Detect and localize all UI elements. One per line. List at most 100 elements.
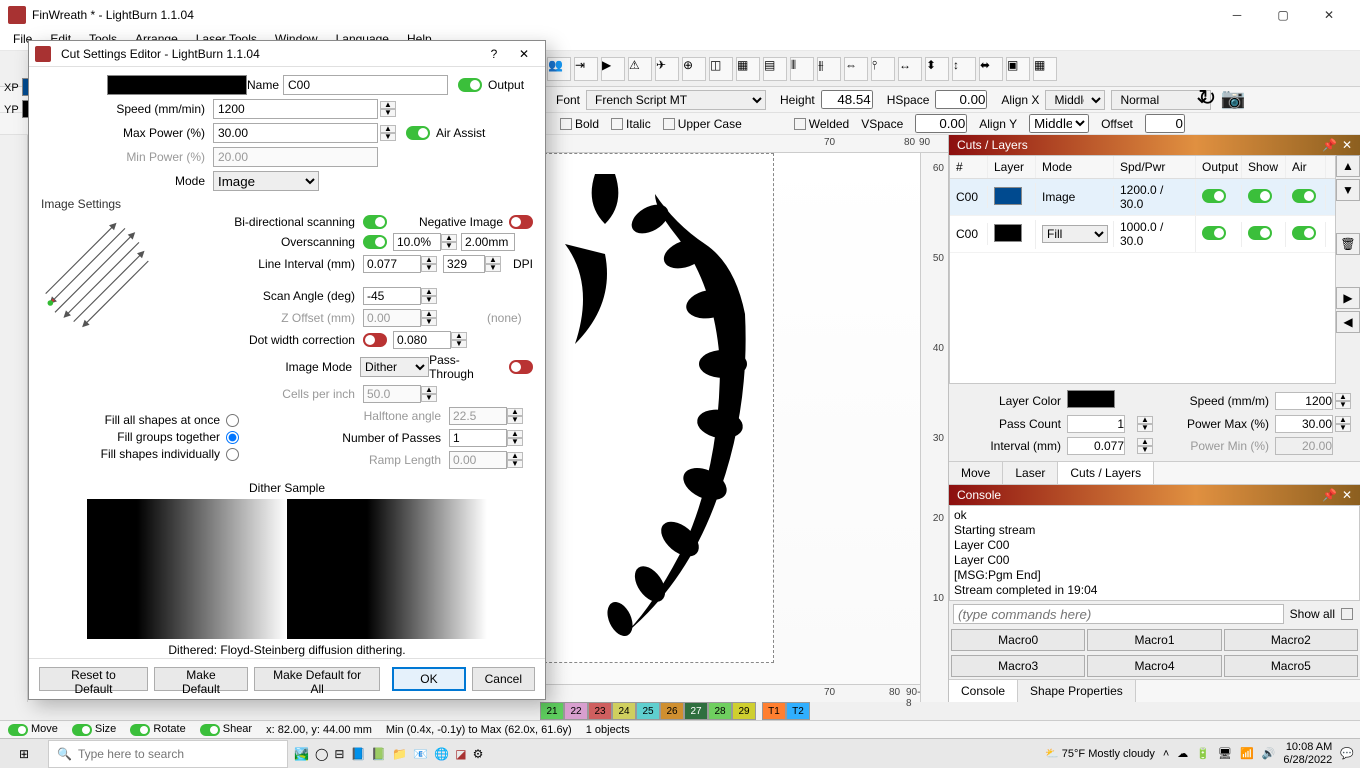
ok-button[interactable]: OK bbox=[392, 667, 465, 691]
macro-button[interactable]: Macro2 bbox=[1224, 629, 1358, 651]
tray-chevron-icon[interactable]: ˄ bbox=[1163, 748, 1169, 760]
close-panel-icon[interactable]: ✕ bbox=[1342, 488, 1352, 502]
italic-checkbox[interactable] bbox=[611, 118, 623, 130]
palette-swatch[interactable]: 28 bbox=[708, 702, 732, 720]
macro-button[interactable]: Macro4 bbox=[1087, 655, 1221, 677]
taskbar-search[interactable]: 🔍 Type here to search bbox=[48, 740, 288, 768]
tab-move[interactable]: Move bbox=[949, 462, 1003, 484]
palette-swatch[interactable]: 23 bbox=[588, 702, 612, 720]
toolbar-icon[interactable]: ⫴ bbox=[790, 57, 814, 81]
taskbar-icon[interactable]: 📘 bbox=[350, 747, 365, 761]
palette-swatch[interactable]: 22 bbox=[564, 702, 588, 720]
output-toggle[interactable] bbox=[458, 78, 482, 92]
taskbar-icon[interactable]: ◪ bbox=[455, 747, 466, 761]
mode-select[interactable]: Image bbox=[213, 171, 319, 191]
dpi-input[interactable] bbox=[443, 255, 485, 273]
toolbar-icon[interactable]: ⇔ bbox=[844, 57, 868, 81]
toolbar-icon[interactable]: ▶ bbox=[601, 57, 625, 81]
bold-checkbox[interactable] bbox=[560, 118, 572, 130]
notifications-icon[interactable]: 💬 bbox=[1340, 747, 1354, 760]
toolbar-icon[interactable]: ✈ bbox=[655, 57, 679, 81]
layer-row[interactable]: C00 Fill 1000.0 / 30.0 bbox=[950, 216, 1335, 253]
toolbar-icon[interactable]: ▤ bbox=[763, 57, 787, 81]
layer-color-preview[interactable] bbox=[107, 75, 247, 95]
show-toggle[interactable] bbox=[1248, 189, 1272, 203]
palette-swatch[interactable]: T2 bbox=[786, 702, 810, 720]
taskbar-icon[interactable]: 📧 bbox=[413, 747, 428, 761]
tray-icon[interactable]: 🔋 bbox=[1196, 747, 1210, 760]
maximize-button[interactable]: ▢ bbox=[1260, 0, 1306, 30]
macro-button[interactable]: Macro0 bbox=[951, 629, 1085, 651]
toolbar-icon[interactable]: ⫵ bbox=[817, 57, 841, 81]
image-mode-select[interactable]: Dither bbox=[360, 357, 429, 377]
toolbar-icon[interactable]: ▦ bbox=[736, 57, 760, 81]
move-layer-up-button[interactable]: ▲ bbox=[1336, 155, 1360, 177]
fill-all-radio[interactable] bbox=[226, 414, 239, 427]
tab-cuts-layers[interactable]: Cuts / Layers bbox=[1058, 462, 1154, 484]
tray-icon[interactable]: 🖥 bbox=[1218, 747, 1232, 760]
vspace-input[interactable] bbox=[915, 114, 967, 133]
console-input[interactable] bbox=[953, 604, 1284, 624]
overscan-mm-input[interactable] bbox=[461, 233, 515, 251]
dot-width-toggle[interactable] bbox=[363, 333, 387, 347]
tab-shape-properties[interactable]: Shape Properties bbox=[1018, 680, 1136, 702]
tray-icon[interactable]: ☁ bbox=[1177, 747, 1188, 760]
layer-name-input[interactable] bbox=[283, 75, 448, 95]
aligny-select[interactable]: Middle bbox=[1029, 114, 1089, 133]
num-passes-input[interactable] bbox=[449, 429, 507, 447]
dialog-titlebar[interactable]: Cut Settings Editor - LightBurn 1.1.04 ?… bbox=[29, 41, 545, 67]
tab-laser[interactable]: Laser bbox=[1003, 462, 1058, 484]
palette-swatch[interactable]: T1 bbox=[762, 702, 786, 720]
taskbar-icon[interactable]: 📗 bbox=[371, 747, 386, 761]
fill-individual-radio[interactable] bbox=[226, 448, 239, 461]
macro-button[interactable]: Macro5 bbox=[1224, 655, 1358, 677]
output-toggle[interactable] bbox=[1202, 189, 1226, 203]
overscan-toggle[interactable] bbox=[363, 235, 387, 249]
bidirectional-toggle[interactable] bbox=[363, 215, 387, 229]
toolbar-icon[interactable]: ▦ bbox=[1033, 57, 1057, 81]
toolbar-icon[interactable]: ↔ bbox=[898, 57, 922, 81]
collapse-left-button[interactable]: ◀ bbox=[1336, 311, 1360, 333]
offset-input[interactable] bbox=[1145, 114, 1185, 133]
layer-color-swatch[interactable] bbox=[1067, 390, 1115, 408]
dot-width-input[interactable] bbox=[393, 331, 451, 349]
cancel-button[interactable]: Cancel bbox=[472, 667, 535, 691]
selection-bounds[interactable] bbox=[544, 153, 774, 663]
console-output[interactable]: ok Starting stream Layer C00 Layer C00 [… bbox=[949, 505, 1360, 601]
toolbar-icon[interactable]: ◫ bbox=[709, 57, 733, 81]
close-button[interactable]: ✕ bbox=[1306, 0, 1352, 30]
scan-angle-input[interactable] bbox=[363, 287, 421, 305]
pass-through-toggle[interactable] bbox=[509, 360, 533, 374]
maxpower-input[interactable] bbox=[213, 123, 378, 143]
uppercase-checkbox[interactable] bbox=[663, 118, 675, 130]
mode-select[interactable]: Fill bbox=[1042, 225, 1108, 243]
toolbar-icon[interactable]: ⬍ bbox=[925, 57, 949, 81]
style-select[interactable]: Normal bbox=[1111, 90, 1211, 110]
alignx-select[interactable]: Middle bbox=[1045, 90, 1105, 110]
palette-swatch[interactable]: 26 bbox=[660, 702, 684, 720]
macro-button[interactable]: Macro3 bbox=[951, 655, 1085, 677]
overscan-pct-input[interactable] bbox=[393, 233, 441, 251]
taskbar-icon[interactable]: 📁 bbox=[392, 747, 407, 761]
weather-widget[interactable]: ⛅ 75°F Mostly cloudy bbox=[1045, 747, 1155, 760]
minimize-button[interactable]: ─ bbox=[1214, 0, 1260, 30]
toolbar-icon[interactable]: ↕ bbox=[952, 57, 976, 81]
macro-button[interactable]: Macro1 bbox=[1087, 629, 1221, 651]
delete-layer-button[interactable]: 🗑 bbox=[1336, 233, 1360, 255]
font-select[interactable]: French Script MT bbox=[586, 90, 766, 110]
taskbar-icon[interactable]: ◯ bbox=[315, 747, 328, 761]
taskbar-clock[interactable]: 10:08 AM6/28/2022 bbox=[1283, 741, 1332, 765]
toolbar-icon[interactable]: ⬌ bbox=[979, 57, 1003, 81]
toolbar-icon[interactable]: ⫯ bbox=[871, 57, 895, 81]
speed-input[interactable] bbox=[213, 99, 378, 119]
air-toggle[interactable] bbox=[1292, 189, 1316, 203]
reset-to-default-button[interactable]: Reset to Default bbox=[39, 667, 148, 691]
powermax-input[interactable] bbox=[1275, 415, 1333, 433]
canvas-area[interactable]: 70 80 90 60 50 40 30 20 10 bbox=[544, 135, 948, 702]
toolbar-icon[interactable]: ▣ bbox=[1006, 57, 1030, 81]
palette-swatch[interactable]: 24 bbox=[612, 702, 636, 720]
taskbar-icon[interactable]: 🌐 bbox=[434, 747, 449, 761]
expand-right-button[interactable]: ▶ bbox=[1336, 287, 1360, 309]
move-layer-down-button[interactable]: ▼ bbox=[1336, 179, 1360, 201]
taskbar-icon[interactable]: 🏞️ bbox=[294, 747, 309, 761]
